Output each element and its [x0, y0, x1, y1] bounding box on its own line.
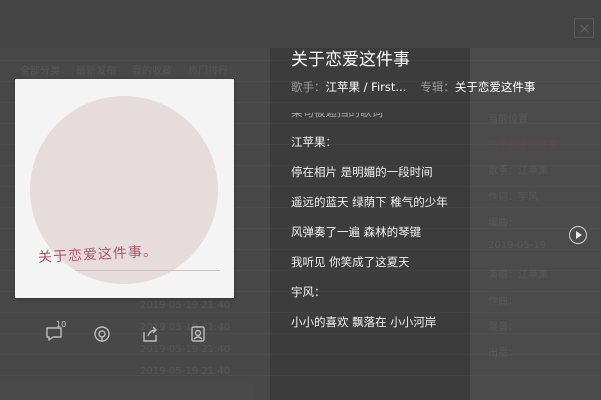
song-title: 关于恋爱这件事 [291, 50, 410, 70]
lyric-line: 遥远的蓝天 绿荫下 稚气的少年 [291, 195, 448, 209]
lyric-line: 宇风： [291, 285, 326, 299]
lyric-line: 停在相片 是明媚的一段时间 [291, 165, 433, 179]
play-icon[interactable] [569, 226, 587, 244]
album-link[interactable]: 关于恋爱这件事 [455, 80, 536, 94]
singer-link[interactable]: 江苹果 / First... [326, 80, 407, 94]
singer-label: 歌手： [291, 80, 326, 94]
lyric-line: 小小的喜欢 飘落在 小小河岸 [291, 315, 437, 329]
comment-count: 10 [56, 320, 67, 329]
action-bar: 10 [44, 320, 214, 346]
album-label: 专辑： [420, 80, 455, 94]
lyric-line: 我听见 你笑成了这夏天 [291, 255, 410, 269]
song-meta: 歌手：江苹果 / First... 专辑：关于恋爱这件事 [291, 79, 535, 95]
lyric-line: 风弹奏了一遍 森林的琴键 [291, 225, 422, 239]
lyric-line: 江苹果： [291, 135, 337, 149]
lyrics-panel[interactable]: 某句被遮挡的歌词江苹果： 停在相片 是明媚的一段时间遥远的蓝天 绿荫下 稚气的少年… [291, 112, 551, 352]
album-cover: 关于恋爱这件事。 [15, 79, 234, 298]
comment-icon[interactable]: 10 [44, 320, 66, 346]
album-cover-underline [75, 270, 220, 271]
share-radio-icon[interactable] [92, 324, 114, 346]
download-icon[interactable] [188, 324, 210, 346]
share-icon[interactable] [140, 324, 162, 346]
lyric-line: 某句被遮挡的歌词 [291, 112, 383, 119]
